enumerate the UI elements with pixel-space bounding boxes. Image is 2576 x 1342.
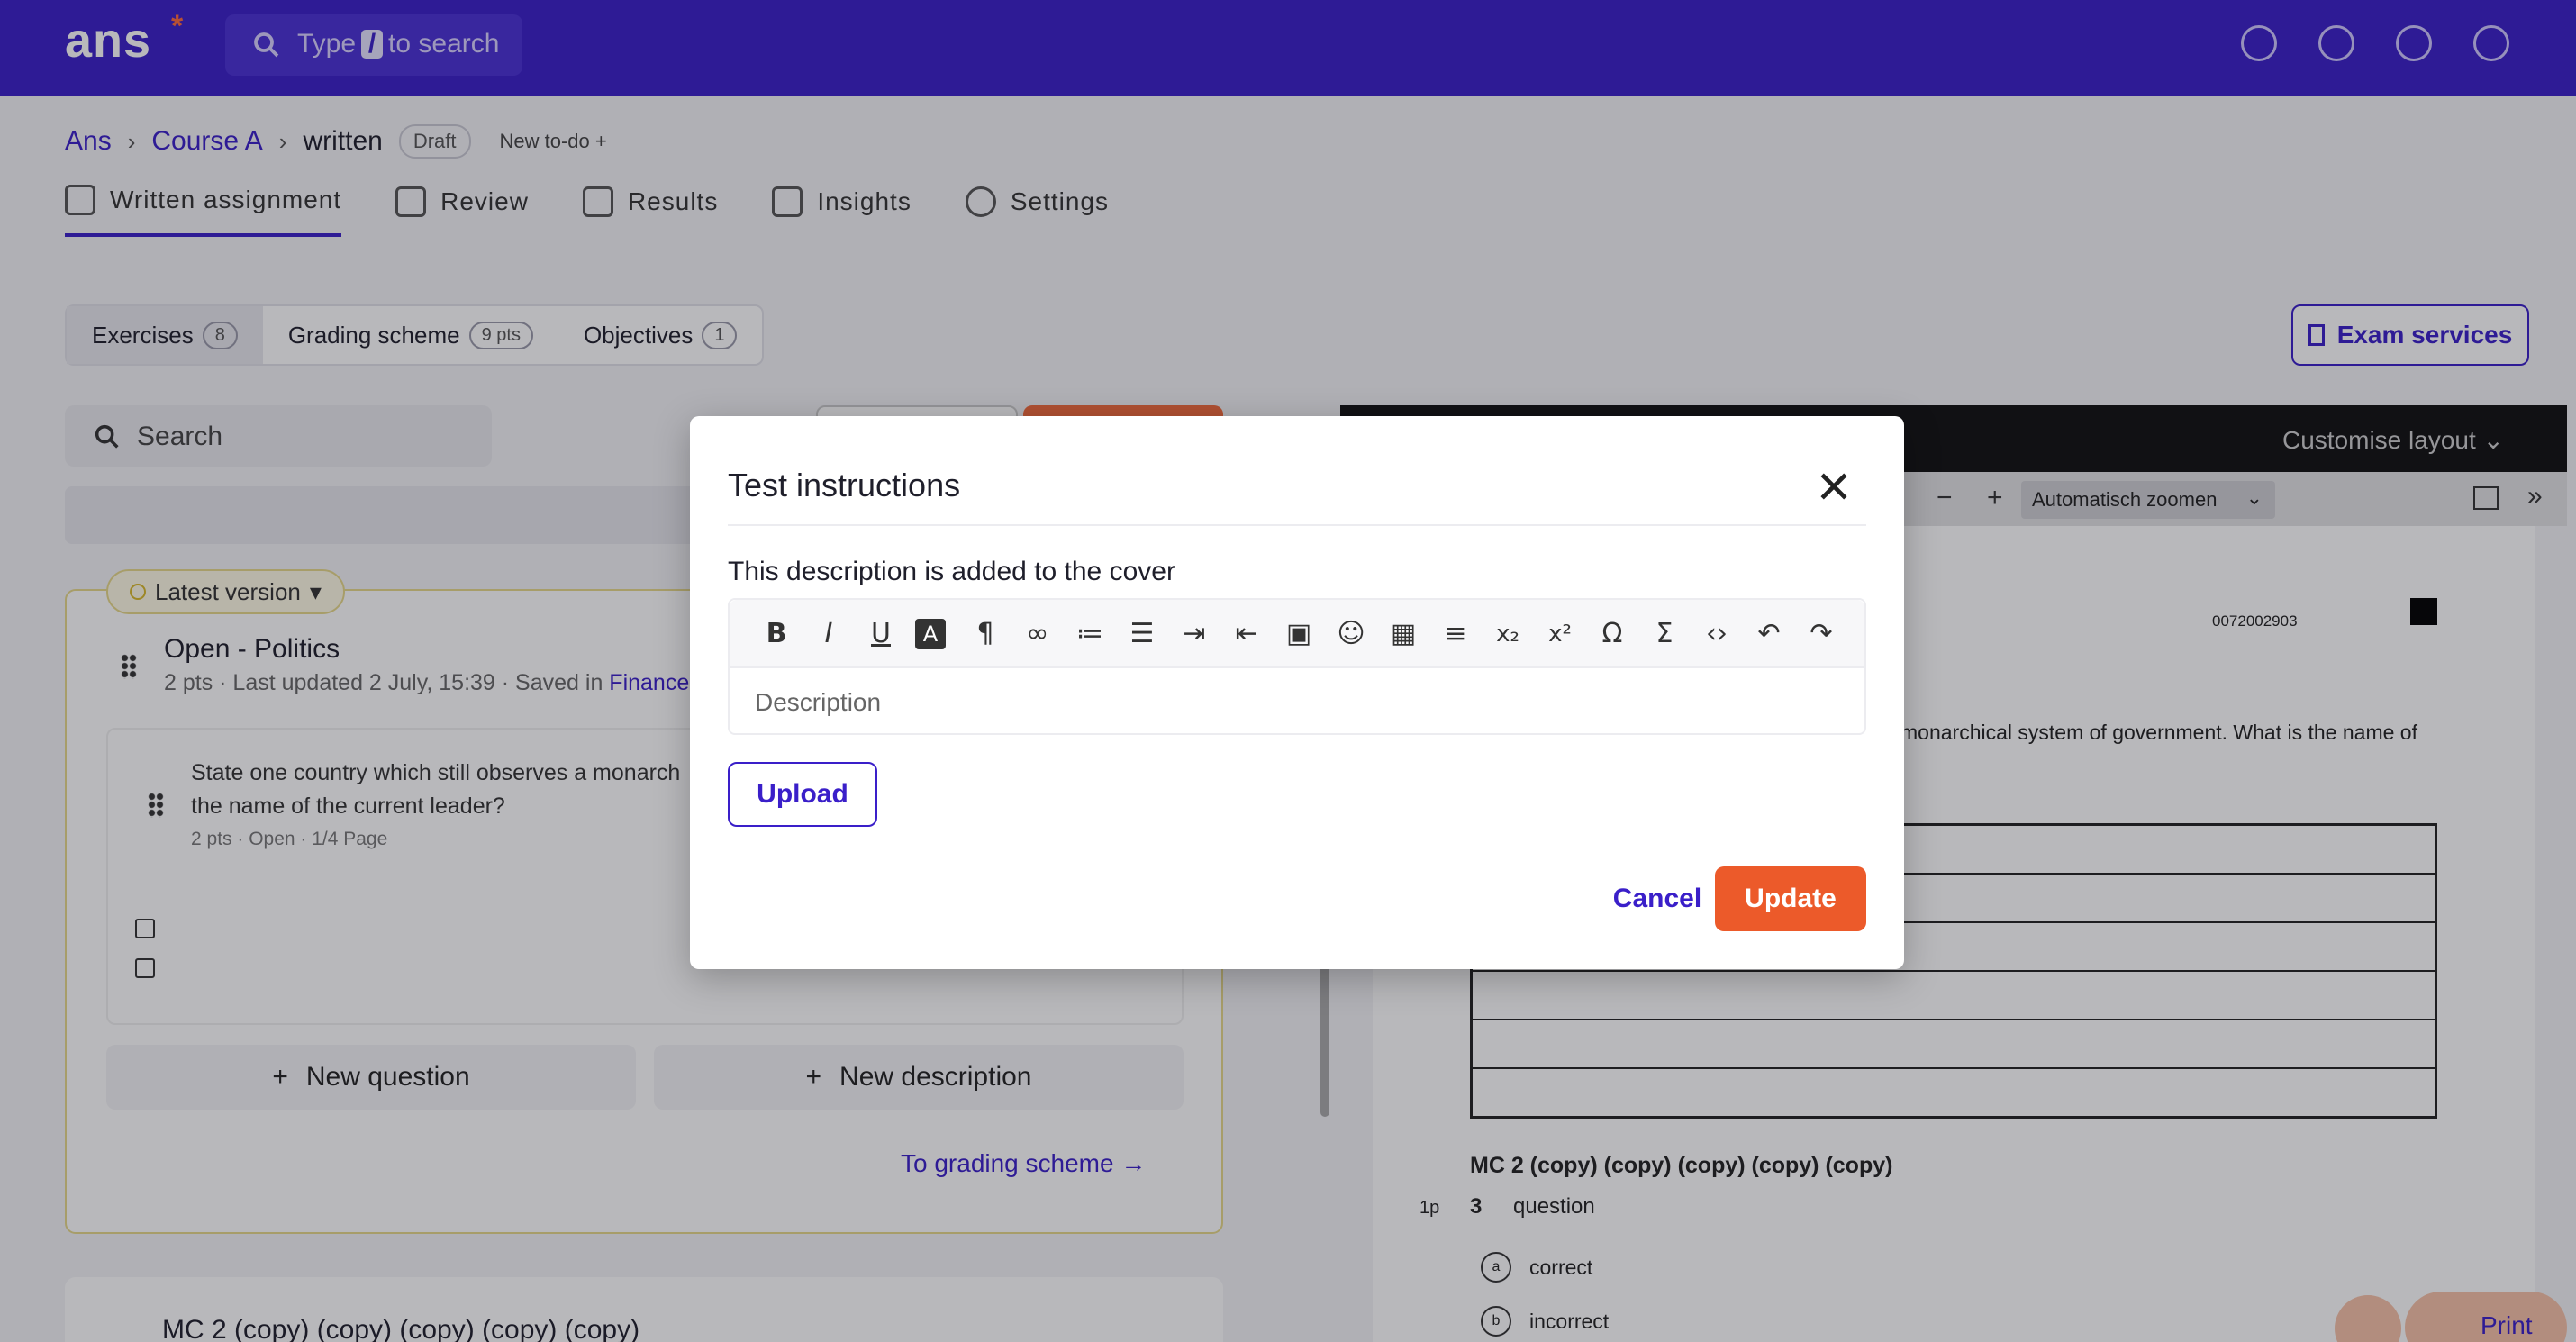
outdent-icon[interactable]: ⇤: [1229, 616, 1265, 652]
cancel-button[interactable]: Cancel: [1576, 866, 1738, 931]
description-label: This description is added to the cover: [728, 557, 1175, 586]
bullet-list-icon[interactable]: ☰: [1124, 616, 1160, 652]
subscript-icon[interactable]: x₂: [1490, 616, 1526, 652]
emoji-icon[interactable]: ☺: [1333, 616, 1369, 652]
update-label: Update: [1745, 884, 1837, 913]
text-color-icon[interactable]: A: [915, 619, 946, 649]
redo-icon[interactable]: ↷: [1803, 616, 1839, 652]
superscript-icon[interactable]: x²: [1542, 616, 1578, 652]
image-icon[interactable]: ▣: [1281, 616, 1317, 652]
cancel-label: Cancel: [1612, 884, 1702, 913]
ordered-list-icon[interactable]: ≔: [1072, 616, 1108, 652]
rich-text-editor: B I U A ¶ ∞ ≔ ☰ ⇥ ⇤ ▣ ☺ ▦ ≡ x₂ x² Ω Σ ‹›…: [728, 598, 1866, 735]
bold-icon[interactable]: B: [758, 616, 794, 652]
close-icon[interactable]: [1814, 467, 1854, 506]
dialog-title: Test instructions: [728, 467, 961, 503]
table-icon[interactable]: ▦: [1385, 616, 1421, 652]
divider: [728, 524, 1866, 526]
align-icon[interactable]: ≡: [1438, 616, 1474, 652]
omega-icon[interactable]: Ω: [1594, 616, 1630, 652]
indent-icon[interactable]: ⇥: [1176, 616, 1212, 652]
upload-button[interactable]: Upload: [728, 762, 877, 827]
upload-label: Upload: [757, 779, 848, 809]
update-button[interactable]: Update: [1715, 866, 1866, 931]
underline-icon[interactable]: U: [863, 616, 899, 652]
description-input[interactable]: Description: [755, 688, 881, 717]
undo-icon[interactable]: ↶: [1751, 616, 1787, 652]
test-instructions-dialog: Test instructions This description is ad…: [690, 416, 1904, 969]
sigma-icon[interactable]: Σ: [1646, 616, 1683, 652]
paragraph-icon[interactable]: ¶: [967, 616, 1003, 652]
link-icon[interactable]: ∞: [1020, 616, 1056, 652]
editor-toolbar: B I U A ¶ ∞ ≔ ☰ ⇥ ⇤ ▣ ☺ ▦ ≡ x₂ x² Ω Σ ‹›…: [730, 600, 1864, 668]
code-icon[interactable]: ‹›: [1699, 616, 1735, 652]
italic-icon[interactable]: I: [811, 616, 847, 652]
